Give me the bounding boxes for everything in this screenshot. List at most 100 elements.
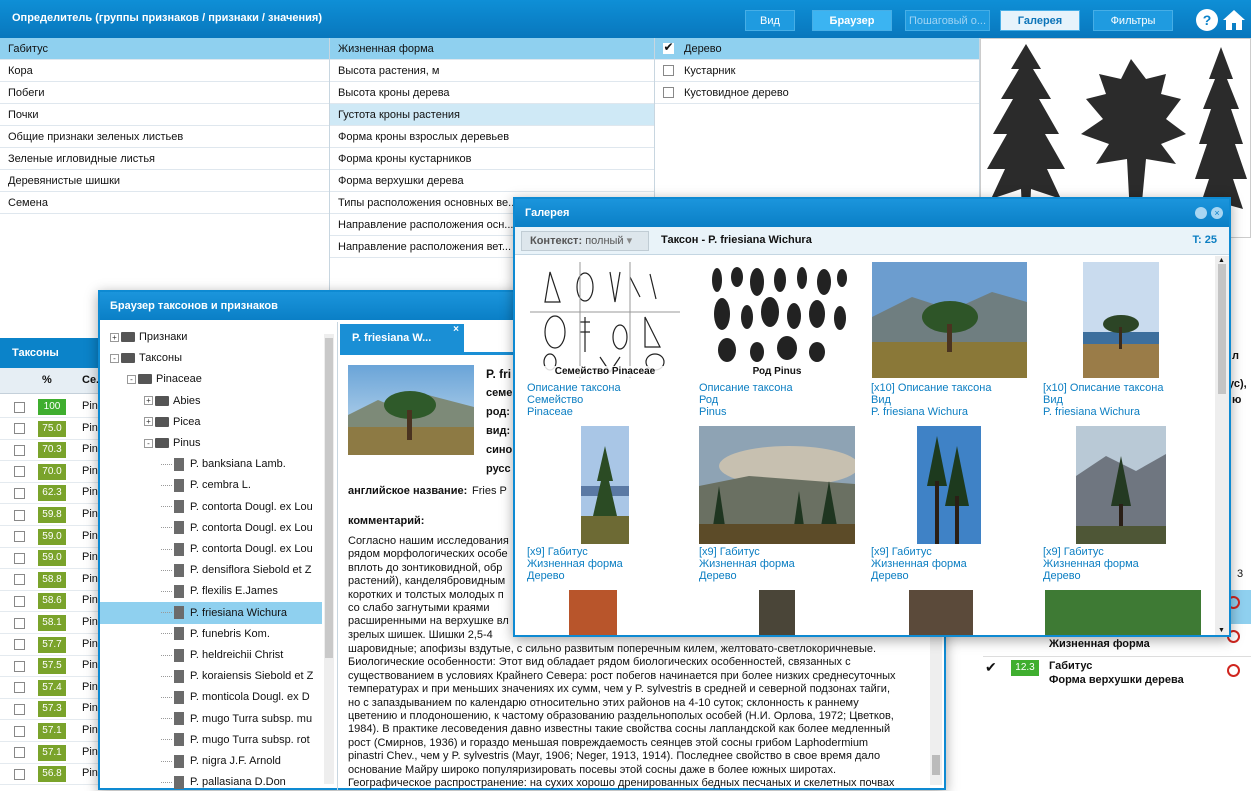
gallery-thumbnail[interactable] [872,262,1027,378]
row-checkbox[interactable] [14,639,25,651]
help-icon[interactable]: ? [1196,9,1218,31]
tree-taxon-node[interactable]: P. contorta Dougl. ex Lou [161,538,313,560]
feature-item[interactable]: Высота растения, м [330,60,654,82]
value-checkbox[interactable] [663,86,674,98]
gallery-item[interactable]: Род Pinus Описание таксона Род Pinus [699,262,855,422]
gallery-thumbnail[interactable] [569,590,617,635]
browser-button[interactable]: Браузер [812,10,892,31]
gallery-item[interactable]: [x10] Описание таксона Вид P. friesiana Wi… [871,262,1027,422]
view-button[interactable]: Вид [745,10,795,31]
row-checkbox[interactable] [14,401,25,413]
gallery-item-link[interactable]: [x9] Габитус [871,546,932,558]
row-checkbox[interactable] [14,682,25,694]
gallery-thumbnail[interactable] [917,426,981,544]
collapse-icon[interactable]: - [144,438,153,448]
gallery-thumbnail[interactable] [909,590,973,635]
tree-folder-node[interactable]: - Таксоны [110,347,182,369]
gallery-item-link[interactable]: Дерево [1043,570,1081,582]
row-checkbox[interactable] [14,423,25,435]
gallery-item-link[interactable]: [x10] Описание таксона [871,382,991,394]
value-item[interactable]: Кустовидное дерево [655,82,979,104]
tree-taxon-node[interactable]: P. banksiana Lamb. [161,453,286,475]
tree-taxon-node[interactable]: P. densiflora Siebold et Z [161,559,311,581]
filters-button[interactable]: Фильтры [1093,10,1173,31]
gallery-item[interactable]: [x9] Габитус Жизненная форма Дерево [527,426,683,586]
gallery-thumbnail[interactable] [759,590,795,635]
group-item[interactable]: Побеги [0,82,329,104]
row-checkbox[interactable] [14,660,25,672]
gallery-item-link[interactable]: Дерево [871,570,909,582]
tree-taxon-node[interactable]: P. contorta Dougl. ex Lou [161,496,313,518]
gallery-thumbnail[interactable] [581,426,629,544]
group-item[interactable]: Габитус [0,38,329,60]
collapse-icon[interactable]: - [127,374,136,384]
gallery-item-link[interactable]: Pinus [699,406,727,418]
tree-taxon-node[interactable]: P. pallasiana D.Don [161,771,286,790]
row-checkbox[interactable] [14,747,25,759]
row-checkbox[interactable] [14,531,25,543]
gallery-thumbnail[interactable] [702,262,852,378]
tree-scrollbar[interactable] [324,334,334,784]
tree-taxon-node[interactable]: P. mugo Turra subsp. mu [161,708,312,730]
expand-icon[interactable]: + [144,396,153,406]
gallery-item-link[interactable]: Род [699,394,718,406]
group-item[interactable]: Деревянистые шишки [0,170,329,192]
value-item[interactable]: ✔ Дерево [655,38,979,60]
collapse-icon[interactable]: - [110,353,119,363]
gallery-item-link[interactable]: Дерево [699,570,737,582]
feature-item[interactable]: Жизненная форма [330,38,654,60]
tree-taxon-node[interactable]: P. mugo Turra subsp. rot [161,729,310,751]
close-tab-icon[interactable]: × [453,316,459,344]
row-checkbox[interactable] [14,574,25,586]
tree-taxon-node[interactable]: P. heldreichii Christ [161,644,283,666]
group-item[interactable]: Общие признаки зеленых листьев [0,126,329,148]
value-checkbox[interactable]: ✔ [663,41,674,54]
feature-item[interactable]: Форма кроны кустарников [330,148,654,170]
gallery-item[interactable]: [x9] Габитус Жизненная форма Дерево [1043,426,1199,586]
feature-item[interactable]: Форма верхушки дерева [330,170,654,192]
tree-taxon-node[interactable]: P. contorta Dougl. ex Lou [161,517,313,539]
gallery-item-link[interactable]: P. friesiana Wichura [871,406,968,418]
context-select[interactable]: Контекст: полный ▾ [521,231,649,251]
row-checkbox[interactable] [14,703,25,715]
tree-folder-node[interactable]: - Pinaceae [127,368,202,390]
feature-item[interactable]: Форма кроны взрослых деревьев [330,126,654,148]
gallery-item-link[interactable]: Дерево [527,570,565,582]
value-item[interactable]: Кустарник [655,60,979,82]
tree-taxon-node[interactable]: P. monticola Dougl. ex D [161,686,310,708]
gallery-item-link[interactable]: Жизненная форма [871,558,967,570]
tree-taxon-node[interactable]: P. nigra J.F. Arnold [161,750,281,772]
expand-icon[interactable]: + [144,417,153,427]
tree-taxon-node[interactable]: P. friesiana Wichura [161,602,287,624]
gallery-item-link[interactable]: Описание таксона [699,382,793,394]
gallery-item-link[interactable]: Описание таксона [527,382,621,394]
gallery-item-link[interactable]: Вид [1043,394,1063,406]
gallery-item-link[interactable]: Вид [871,394,891,406]
tree-taxon-node[interactable]: P. cembra L. [161,474,251,496]
gallery-thumbnail[interactable] [699,426,855,544]
gallery-thumbnail[interactable] [530,262,680,378]
gallery-thumbnail[interactable] [1076,426,1166,544]
tab-taxon-detail[interactable]: P. friesiana W... × [340,324,464,352]
tree-taxon-node[interactable]: P. funebris Kom. [161,623,270,645]
gallery-item-link[interactable]: Жизненная форма [1043,558,1139,570]
row-checkbox[interactable] [14,725,25,737]
row-checkbox[interactable] [14,466,25,478]
tree-taxon-node[interactable]: P. koraiensis Siebold et Z [161,665,313,687]
close-icon[interactable]: × [1211,207,1223,219]
tree-folder-node[interactable]: + Признаки [110,326,187,348]
gallery-item-link[interactable]: [x9] Габитус [1043,546,1104,558]
row-checkbox[interactable] [14,552,25,564]
group-item[interactable]: Кора [0,60,329,82]
tree-taxon-node[interactable]: P. flexilis E.James [161,580,278,602]
group-item[interactable]: Семена [0,192,329,214]
gallery-item-link[interactable]: [x10] Описание таксона [1043,382,1163,394]
value-checkbox[interactable] [663,64,674,76]
tree-folder-node[interactable]: + Abies [144,390,201,412]
tree-folder-node[interactable]: - Pinus [144,432,201,454]
gallery-item-link[interactable]: P. friesiana Wichura [1043,406,1140,418]
expand-icon[interactable]: + [110,332,119,342]
row-checkbox[interactable] [14,595,25,607]
gallery-item-link[interactable]: Pinaceae [527,406,573,418]
gallery-item[interactable]: [x10] Описание таксона Вид P. friesiana Wi… [1043,262,1199,422]
